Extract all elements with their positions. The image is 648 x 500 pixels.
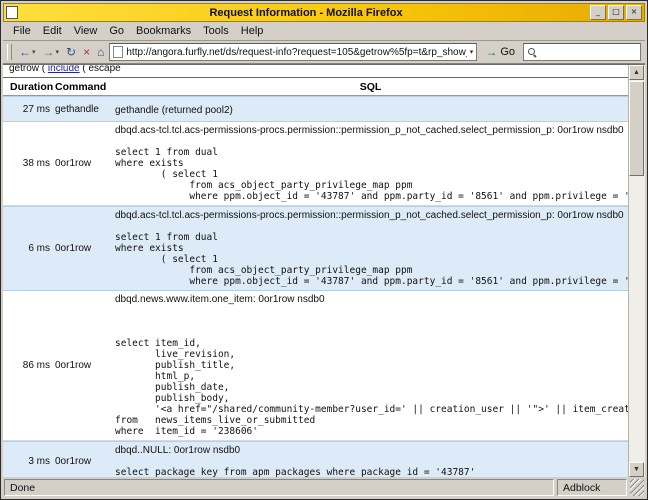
browser-window: Request Information - Mozilla Firefox _ … [0, 0, 648, 500]
url-input[interactable] [126, 46, 467, 58]
maximize-button[interactable]: □ [608, 5, 624, 20]
menu-tools[interactable]: Tools [197, 23, 235, 39]
include-link[interactable]: include [48, 65, 80, 74]
row-duration: 6 ms [28, 243, 50, 254]
row-sql-body: select 1 from dual where exists ( select… [115, 147, 628, 202]
window-icon [6, 6, 18, 19]
row-sql-body: select item_id, live_revision, publish_t… [115, 338, 628, 437]
url-history-dropdown-icon[interactable]: ▾ [470, 48, 474, 56]
go-button-label: Go [500, 46, 515, 58]
status-text: Done [4, 479, 554, 496]
location-bar: ▾ [109, 43, 478, 61]
page-favicon [113, 46, 124, 58]
go-button[interactable]: → Go [480, 43, 520, 61]
back-dropdown-icon: ▾ [32, 49, 36, 56]
home-button[interactable]: ⌂ [95, 43, 106, 61]
row-sql-header: dbqd..NULL: 0or1row nsdb0 [115, 445, 241, 456]
row-duration: 3 ms [28, 456, 50, 467]
stop-icon: × [83, 45, 91, 59]
window-title: Request Information - Mozilla Firefox [209, 6, 403, 19]
scroll-down-icon[interactable]: ▼ [629, 462, 644, 477]
menubar: File Edit View Go Bookmarks Tools Help [3, 22, 645, 41]
row-duration: 38 ms [22, 158, 50, 169]
menu-go[interactable]: Go [103, 23, 130, 39]
forward-icon: → [42, 45, 55, 59]
reload-button[interactable]: ↻ [64, 43, 78, 61]
menu-view[interactable]: View [68, 23, 104, 39]
reload-icon: ↻ [66, 45, 77, 59]
statusbar: Done Adblock [3, 477, 645, 497]
table-header-row: Duration Command SQL [3, 78, 628, 96]
column-header-duration: Duration [10, 81, 54, 93]
row-command: 0or1row [55, 456, 92, 467]
search-input[interactable] [540, 46, 637, 58]
table-row: 6 ms 0or1row dbqd.acs-tcl.tcl.acs-permis… [3, 206, 628, 291]
row-command: 0or1row [55, 158, 92, 169]
menu-bookmarks[interactable]: Bookmarks [130, 23, 197, 39]
row-sql-header: dbqd.acs-tcl.tcl.acs-permissions-procs.p… [115, 210, 624, 221]
page-area: getrow ( include ( escape Duration Comma… [3, 65, 628, 477]
content-area: getrow ( include ( escape Duration Comma… [3, 64, 645, 477]
menu-file[interactable]: File [7, 23, 37, 39]
row-command: gethandle [55, 103, 99, 115]
row-duration: 27 ms [22, 103, 50, 115]
navigation-toolbar: ← ▾ → ▾ ↻ × ⌂ ▾ → Go [3, 41, 645, 64]
row-sql-body: select 1 from dual where exists ( select… [115, 232, 628, 287]
clipped-header-line: getrow ( include ( escape [3, 65, 628, 77]
clipped-text-prefix: getrow ( [9, 65, 48, 74]
adblock-button[interactable]: Adblock [557, 479, 627, 496]
go-arrow-icon: → [485, 45, 498, 59]
table-row: 3 ms 0or1row dbqd..NULL: 0or1row nsdb0 s… [3, 441, 628, 477]
row-sql-body: select package_key from apm_packages whe… [115, 467, 476, 477]
scrollbar-thumb[interactable] [629, 81, 644, 176]
resize-grip[interactable] [630, 479, 644, 496]
forward-dropdown-icon: ▾ [55, 49, 60, 56]
vertical-scrollbar[interactable]: ▲ ▼ [628, 65, 645, 477]
clipped-text-suffix: ( escape [79, 65, 121, 74]
search-icon [527, 47, 537, 57]
column-header-command: Command [55, 81, 107, 93]
column-header-sql: SQL [359, 81, 382, 93]
back-button[interactable]: ← ▾ [17, 43, 38, 61]
table-row: 38 ms 0or1row dbqd.acs-tcl.tcl.acs-permi… [3, 122, 628, 206]
toolbar-grippy [7, 44, 12, 60]
table-row: 86 ms 0or1row dbqd.news.www.item.one_ite… [3, 291, 628, 441]
row-sql-header: gethandle (returned pool2) [115, 105, 233, 116]
row-sql-header: dbqd.acs-tcl.tcl.acs-permissions-procs.p… [115, 125, 624, 136]
minimize-button[interactable]: _ [590, 5, 606, 20]
back-icon: ← [19, 45, 31, 59]
window-controls: _ □ × [590, 5, 642, 20]
row-command: 0or1row [55, 243, 92, 254]
menu-edit[interactable]: Edit [37, 23, 68, 39]
search-bar [523, 43, 641, 61]
titlebar: Request Information - Mozilla Firefox _ … [3, 3, 645, 22]
scroll-up-icon[interactable]: ▲ [629, 65, 644, 80]
stop-button[interactable]: × [81, 43, 92, 61]
row-duration: 86 ms [22, 360, 50, 371]
close-button[interactable]: × [626, 5, 642, 20]
table-row: 27 ms gethandle gethandle (returned pool… [3, 96, 628, 122]
row-command: 0or1row [55, 360, 92, 371]
menu-help[interactable]: Help [235, 23, 270, 39]
home-icon: ⌂ [97, 45, 105, 59]
row-sql-header: dbqd.news.www.item.one_item: 0or1row nsd… [115, 294, 325, 305]
forward-button[interactable]: → ▾ [41, 43, 62, 61]
